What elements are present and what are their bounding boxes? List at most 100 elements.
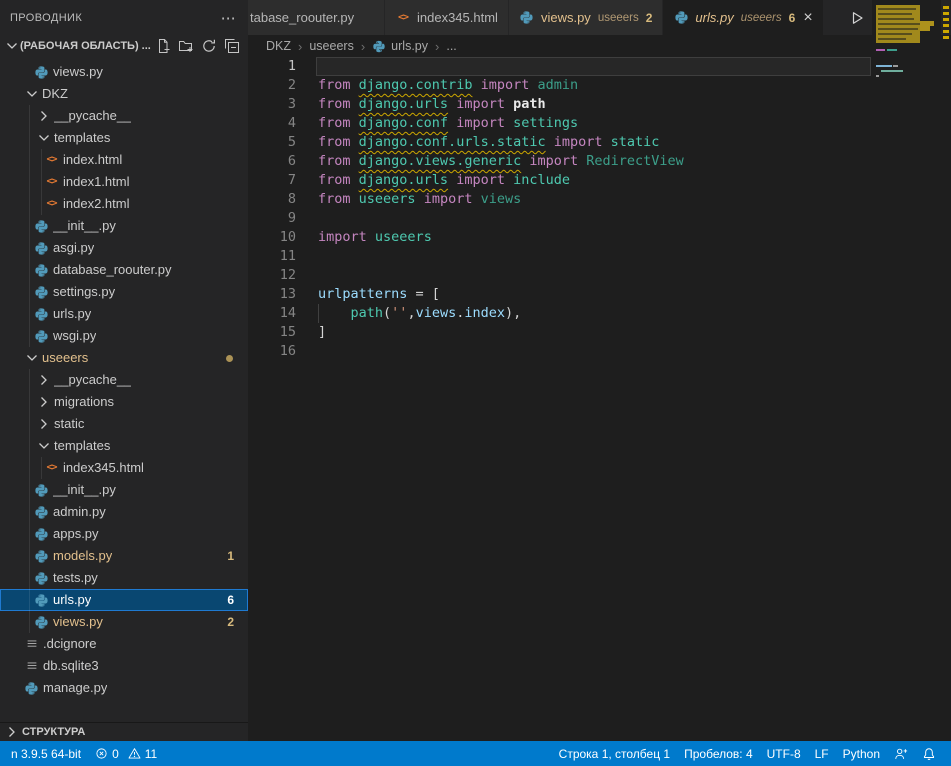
overview-ruler[interactable] xyxy=(941,0,951,741)
python-icon xyxy=(372,39,386,53)
code-editor[interactable]: 12from django.contrib import admin3from … xyxy=(248,57,951,741)
tree-item-dkz[interactable]: DKZ xyxy=(0,83,248,105)
tree-item-label: .dcignore xyxy=(43,633,96,655)
breadcrumb-item[interactable]: ... xyxy=(446,39,456,53)
tree-item-db-sqlite3[interactable]: db.sqlite3 xyxy=(0,655,248,677)
minimap[interactable] xyxy=(872,0,941,741)
indent-guide xyxy=(29,325,30,347)
problems-status[interactable]: 0 11 xyxy=(88,747,164,761)
tree-item-urls-py[interactable]: urls.py xyxy=(0,303,248,325)
tree-item-index-html[interactable]: <>index.html xyxy=(0,149,248,171)
minimap-line xyxy=(878,13,912,15)
line-number: 12 xyxy=(248,266,296,285)
chevron-down-icon xyxy=(24,350,40,366)
tab-description: useeers xyxy=(598,12,639,24)
feedback-icon[interactable] xyxy=(887,747,915,761)
tree-item-index1-html[interactable]: <>index1.html xyxy=(0,171,248,193)
tree-item-database-roouter-py[interactable]: database_roouter.py xyxy=(0,259,248,281)
warning-count: 11 xyxy=(145,747,157,761)
code-line: 12 xyxy=(248,266,951,285)
tree-item-index2-html[interactable]: <>index2.html xyxy=(0,193,248,215)
encoding-status[interactable]: UTF-8 xyxy=(760,747,808,761)
tree-item--pycache-[interactable]: __pycache__ xyxy=(0,369,248,391)
tab-urls-py[interactable]: urls.pyuseeers6× xyxy=(663,0,823,35)
code-line-content: import useeers xyxy=(318,228,432,247)
tree-item--pycache-[interactable]: __pycache__ xyxy=(0,105,248,127)
code-line: 6from django.views.generic import Redire… xyxy=(248,152,951,171)
tree-item-label: db.sqlite3 xyxy=(43,655,99,677)
explorer-more-actions-icon[interactable]: ⋯ xyxy=(221,9,236,27)
tree-item-migrations[interactable]: migrations xyxy=(0,391,248,413)
tree-item--init-py[interactable]: __init__.py xyxy=(0,479,248,501)
indent-guide xyxy=(41,171,42,193)
tree-item-templates[interactable]: templates xyxy=(0,435,248,457)
language-mode-status[interactable]: Python xyxy=(836,747,887,761)
tree-item--dcignore[interactable]: .dcignore xyxy=(0,633,248,655)
tree-item--init-py[interactable]: __init__.py xyxy=(0,215,248,237)
tree-item-manage-py[interactable]: manage.py xyxy=(0,677,248,699)
python-icon xyxy=(34,307,49,322)
tree-item-admin-py[interactable]: admin.py xyxy=(0,501,248,523)
code-line: 9 xyxy=(248,209,951,228)
code-line-content: from django.conf.urls.static import stat… xyxy=(318,133,659,152)
tree-item-label: admin.py xyxy=(53,501,106,523)
refresh-icon[interactable] xyxy=(201,38,217,54)
tree-item-apps-py[interactable]: apps.py xyxy=(0,523,248,545)
tab-label: tabase_roouter.py xyxy=(250,10,354,25)
breadcrumb-item[interactable]: urls.py xyxy=(391,39,428,53)
tree-item-views-py[interactable]: views.py xyxy=(0,61,248,83)
tab-bar: tabase_roouter.py <>index345.htmlviews.py… xyxy=(248,0,951,35)
code-line: 15] xyxy=(248,323,951,342)
code-line: 2from django.contrib import admin xyxy=(248,76,951,95)
tab-index345-html[interactable]: <>index345.html xyxy=(385,0,509,35)
line-number: 6 xyxy=(248,152,296,171)
tree-item-views-py[interactable]: views.py2 xyxy=(0,611,248,633)
indentation-status[interactable]: Пробелов: 4 xyxy=(677,747,760,761)
run-python-file-icon[interactable] xyxy=(847,7,867,29)
tree-item-tests-py[interactable]: tests.py xyxy=(0,567,248,589)
new-folder-icon[interactable] xyxy=(178,38,194,54)
problems-badge: 1 xyxy=(227,545,234,567)
tree-item-templates[interactable]: templates xyxy=(0,127,248,149)
tree-item-useeers[interactable]: useeers xyxy=(0,347,248,369)
indent-guide xyxy=(29,303,30,325)
code-line: 4from django.conf import settings xyxy=(248,114,951,133)
tab-tabase-roouter-py[interactable]: tabase_roouter.py xyxy=(248,0,385,35)
chevron-down-icon xyxy=(36,438,52,454)
tree-item-urls-py[interactable]: urls.py6 xyxy=(0,589,248,611)
line-number: 3 xyxy=(248,95,296,114)
tree-item-models-py[interactable]: models.py1 xyxy=(0,545,248,567)
python-version-status[interactable]: n 3.9.5 64-bit xyxy=(4,747,88,761)
eol-status[interactable]: LF xyxy=(808,747,836,761)
tab-close-icon[interactable]: × xyxy=(803,10,812,26)
notifications-bell-icon[interactable] xyxy=(915,747,943,761)
line-number: 9 xyxy=(248,209,296,228)
breadcrumb-item[interactable]: useeers xyxy=(309,39,353,53)
minimap-line xyxy=(876,65,892,67)
chevron-right-icon xyxy=(4,724,20,740)
tab-views-py[interactable]: views.pyuseeers2 xyxy=(509,0,663,35)
tree-item-label: urls.py xyxy=(53,303,91,325)
cursor-position-status[interactable]: Строка 1, столбец 1 xyxy=(552,747,677,761)
indent-guide xyxy=(29,237,30,259)
tab-label: urls.py xyxy=(695,10,733,25)
tree-item-wsgi-py[interactable]: wsgi.py xyxy=(0,325,248,347)
tree-item-static[interactable]: static xyxy=(0,413,248,435)
tree-item-label: __init__.py xyxy=(53,479,116,501)
python-icon xyxy=(34,219,49,234)
breadcrumb-item[interactable]: DKZ xyxy=(266,39,291,53)
tree-item-asgi-py[interactable]: asgi.py xyxy=(0,237,248,259)
tree-item-settings-py[interactable]: settings.py xyxy=(0,281,248,303)
new-file-icon[interactable] xyxy=(155,38,171,54)
collapse-all-icon[interactable] xyxy=(224,38,240,54)
indent-guide xyxy=(29,479,30,501)
outline-section-header[interactable]: СТРУКТУРА xyxy=(0,722,248,741)
tree-item-index345-html[interactable]: <>index345.html xyxy=(0,457,248,479)
chevron-down-icon xyxy=(24,86,40,102)
workspace-section-header[interactable]: (РАБОЧАЯ ОБЛАСТЬ) ... xyxy=(0,35,248,57)
indent-guide xyxy=(29,171,30,193)
breadcrumb-separator: › xyxy=(435,39,439,54)
chevron-right-icon xyxy=(36,108,52,124)
tree-item-label: migrations xyxy=(54,391,114,413)
status-right: Строка 1, столбец 1Пробелов: 4UTF-8LFPyt… xyxy=(552,747,943,761)
